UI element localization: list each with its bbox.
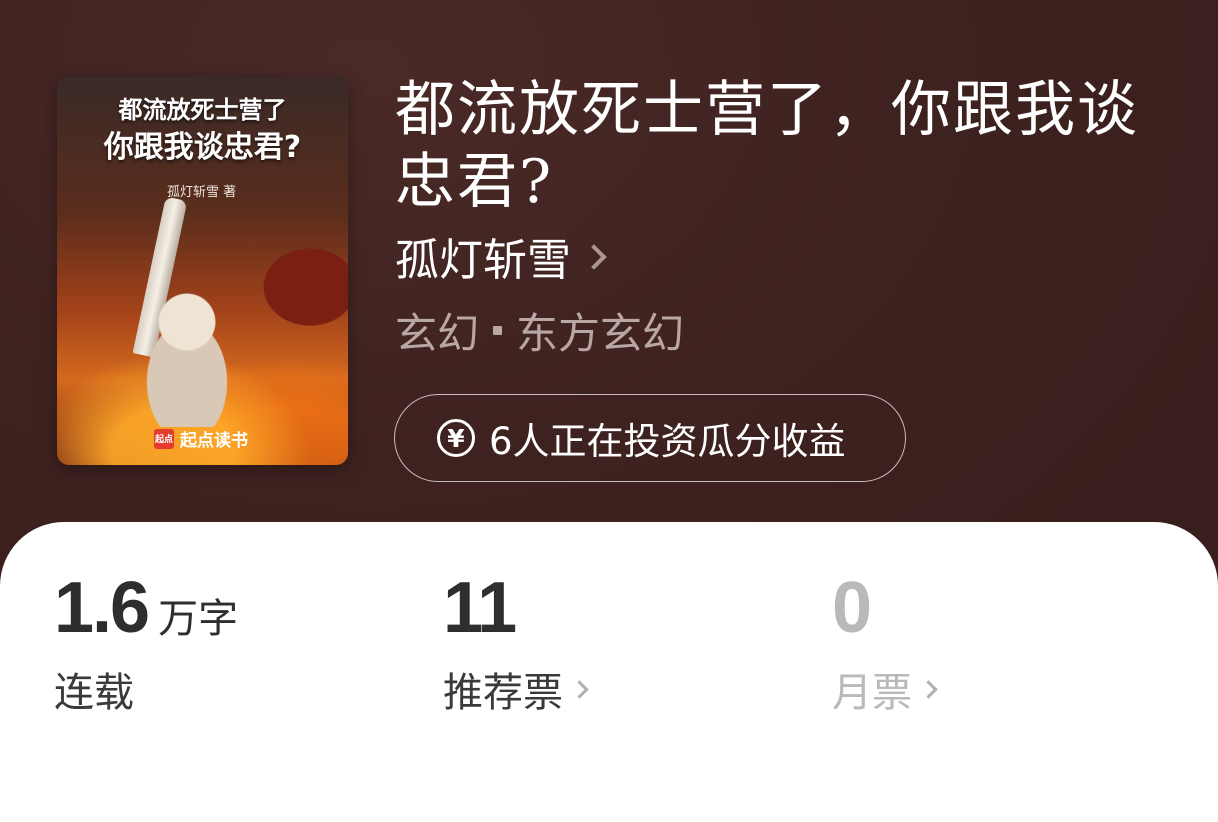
cover-title: 都流放死士营了 你跟我谈忠君? [57,95,348,167]
cover-knight [117,277,257,427]
cover-publisher-logo: 起点 起点读书 [154,426,248,451]
stat-monthly-votes[interactable]: 0 月票 [832,568,938,718]
genre-row: 玄幻 东方玄幻 [395,300,684,361]
stat-unit: 万字 [158,596,239,642]
stats-card: 1.6 万字 连载 11 推荐票 0 月票 [0,522,1218,822]
book-title: 都流放死士营了，你跟我谈忠君? [395,75,1139,217]
genre[interactable]: 玄幻 [395,300,479,361]
stat-value: 11 [443,568,517,648]
invest-button[interactable]: ¥ 6人正在投资瓜分收益 [394,394,906,482]
stat-value: 0 [832,568,872,648]
chevron-right-icon [570,679,589,699]
stat-word-count: 1.6 万字 连载 [54,568,238,718]
stat-label: 月票 [832,660,938,718]
publisher-badge-icon: 起点 [154,428,174,449]
author-link[interactable]: 孤灯斩雪 [395,224,607,288]
chevron-right-icon [919,679,938,699]
publisher-name: 起点读书 [180,431,248,451]
stat-label: 推荐票 [443,660,589,718]
stat-label: 连载 [54,670,134,716]
book-cover-image[interactable]: 都流放死士营了 你跟我谈忠君? 孤灯斩雪 著 起点 起点读书 [57,77,348,465]
subgenre[interactable]: 东方玄幻 [516,300,684,361]
book-header: 都流放死士营了 你跟我谈忠君? 孤灯斩雪 著 起点 起点读书 都流放死士营了，你… [0,0,1218,560]
stat-recommend-votes[interactable]: 11 推荐票 [443,568,589,718]
author-name: 孤灯斩雪 [395,235,571,286]
cover-title-line1: 都流放死士营了 [118,96,287,124]
stat-value: 1.6 [54,568,150,648]
chevron-right-icon [581,244,607,270]
cover-title-line2: 你跟我谈忠君? [103,130,302,165]
separator-dot [493,326,503,335]
invest-text: 6人正在投资瓜分收益 [489,420,846,463]
cover-author: 孤灯斩雪 著 [167,185,237,200]
yen-coin-icon: ¥ [437,419,475,457]
